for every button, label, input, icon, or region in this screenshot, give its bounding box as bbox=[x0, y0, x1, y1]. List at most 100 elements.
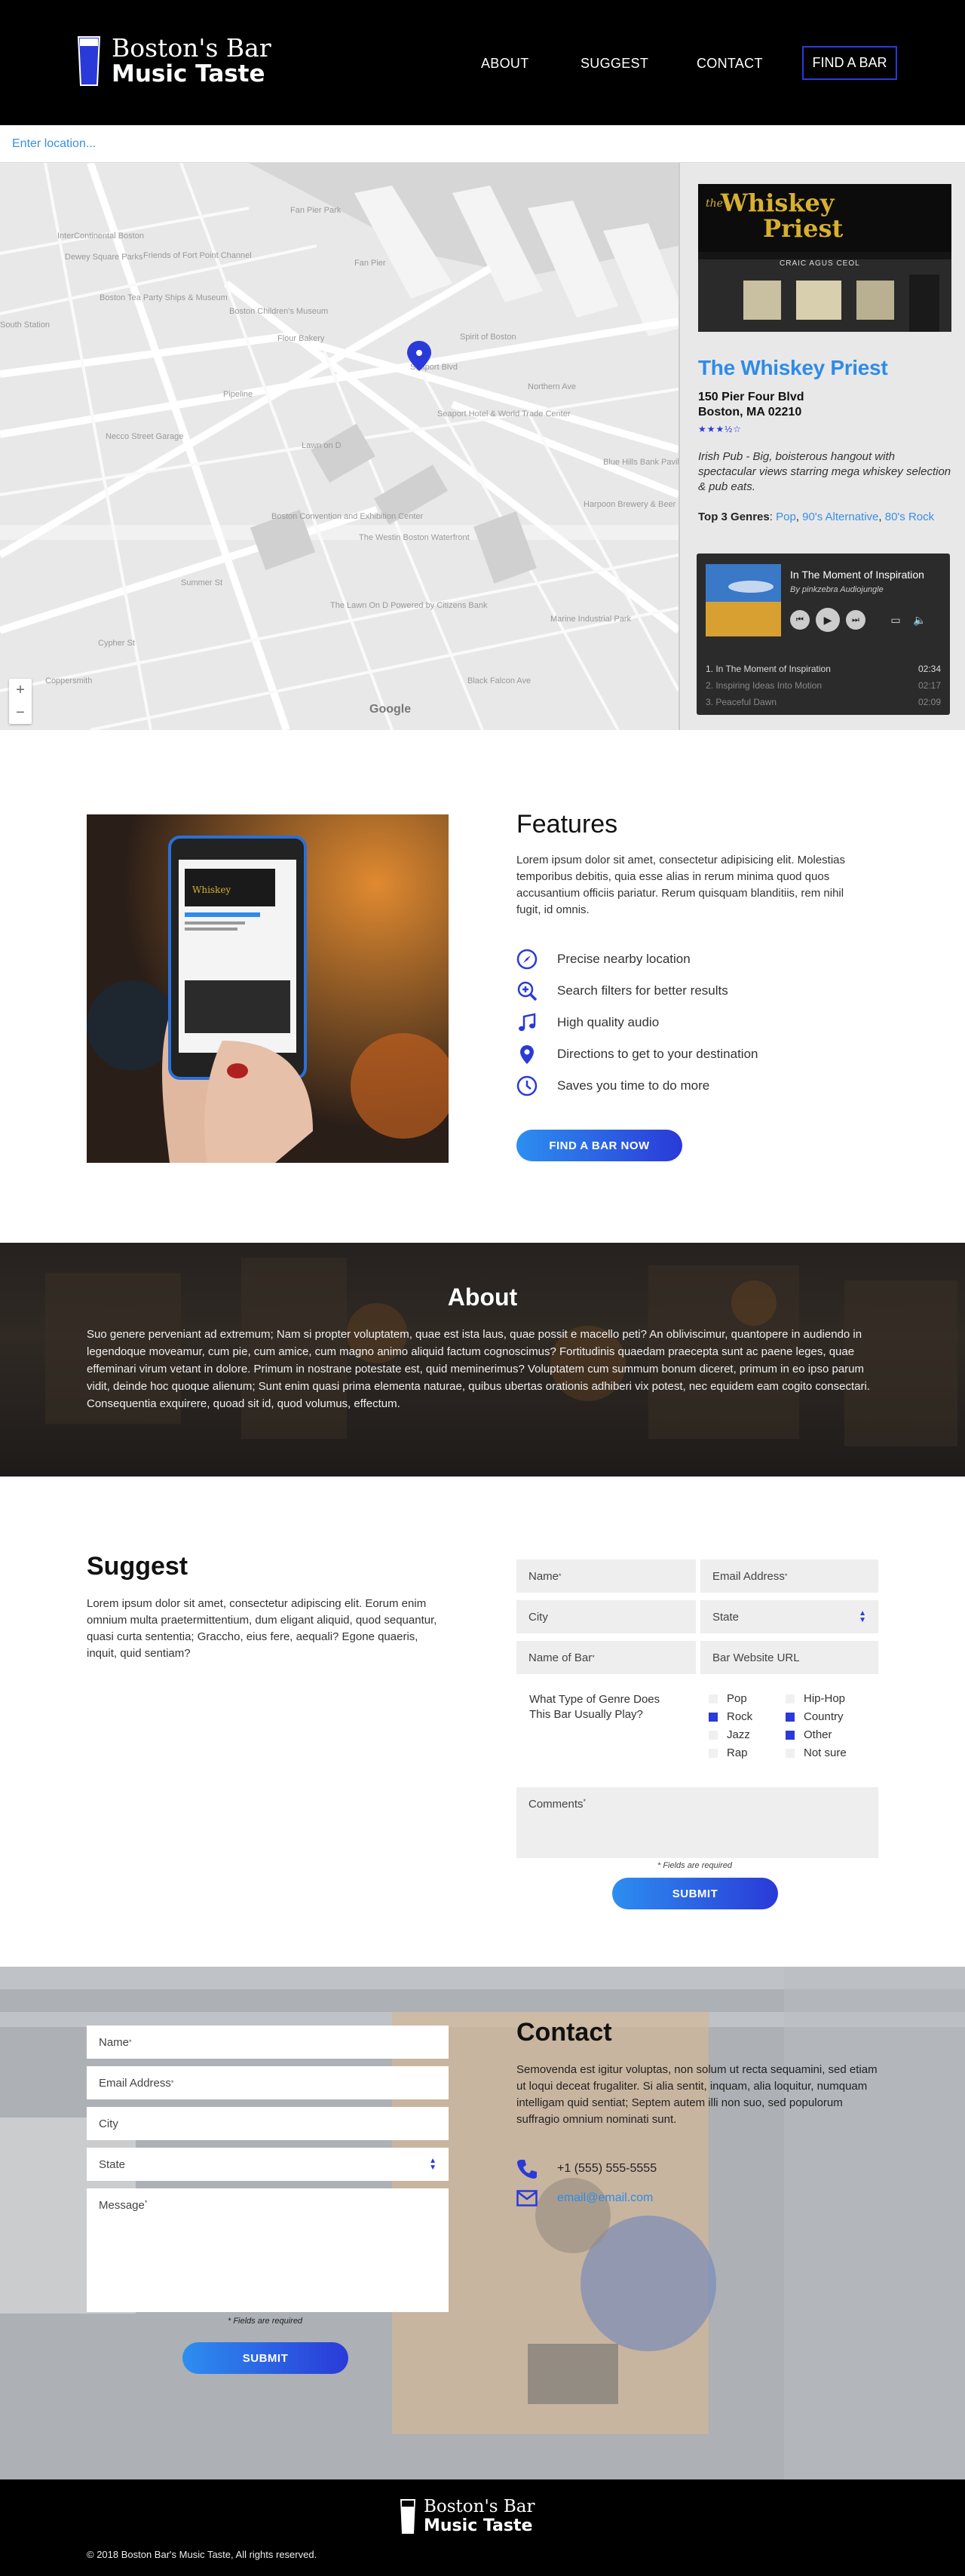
location-input[interactable] bbox=[12, 133, 540, 155]
zoom-in-button[interactable]: + bbox=[9, 679, 32, 701]
nav-about[interactable]: ABOUT bbox=[481, 56, 529, 72]
genre-link[interactable]: 80's Rock bbox=[885, 511, 934, 523]
nav-suggest[interactable]: SUGGEST bbox=[581, 56, 648, 72]
suggest-name-field[interactable]: Name * bbox=[516, 1559, 696, 1593]
feature-item: Directions to get to your destination bbox=[516, 1044, 758, 1065]
site-footer: Boston's Bar Music Taste © 2018 Boston B… bbox=[0, 2479, 965, 2576]
features-description: Lorem ipsum dolor sit amet, consectetur … bbox=[516, 854, 846, 916]
nav-find-a-bar-button[interactable]: FIND A BAR bbox=[802, 46, 897, 80]
contact-state-select[interactable]: State ▲ ▼ bbox=[87, 2148, 449, 2181]
feature-label: Saves you time to do more bbox=[557, 1078, 710, 1093]
map-label: Coppersmith bbox=[45, 676, 92, 685]
map-label: Boston Convention and Exhibition Center bbox=[271, 512, 424, 521]
track-list: 1. In The Moment of Inspiration 02:34 2. … bbox=[697, 661, 950, 710]
bar-address-line1: 150 Pier Four Blvd bbox=[698, 391, 804, 403]
map-label: Dewey Square Parks bbox=[65, 253, 143, 262]
map-label: Fan Pier Park bbox=[290, 206, 342, 215]
contact-text: Semovenda est igitur voluptas, non solum… bbox=[516, 2063, 878, 2126]
about-text: Suo genere perveniant ad extremum; Nam s… bbox=[87, 1328, 870, 1410]
next-icon[interactable]: ⏭ bbox=[846, 610, 865, 630]
suggest-bar-name-field[interactable]: Name of Bar * bbox=[516, 1641, 696, 1674]
contact-city-field[interactable]: City bbox=[87, 2107, 449, 2140]
map-label: Blue Hills Bank Pavilion bbox=[603, 458, 679, 467]
feature-item: High quality audio bbox=[516, 1012, 659, 1033]
playlist-icon[interactable]: ▭ bbox=[887, 611, 905, 629]
footer-logo[interactable]: Boston's Bar Music Taste bbox=[400, 2498, 535, 2535]
zoom-out-button[interactable]: − bbox=[9, 701, 32, 724]
site-logo[interactable]: Boston's Bar Music Taste bbox=[77, 35, 271, 87]
feature-label: Precise nearby location bbox=[557, 952, 691, 966]
contact-message-field[interactable]: Message * bbox=[87, 2188, 449, 2312]
map-label: InterContinental Boston bbox=[57, 232, 144, 241]
volume-icon[interactable]: 🔈 bbox=[911, 611, 929, 629]
sign-tagline: CRAIC AGUS CEOL bbox=[780, 259, 860, 268]
genre-checkbox[interactable]: Other bbox=[786, 1728, 832, 1741]
play-icon[interactable]: ▶ bbox=[816, 608, 840, 632]
nav-contact[interactable]: CONTACT bbox=[697, 56, 763, 72]
genre-checkbox[interactable]: Rock bbox=[709, 1710, 752, 1723]
feature-label: High quality audio bbox=[557, 1015, 660, 1029]
map-label: Spirit of Boston bbox=[460, 333, 516, 342]
map-label: Harpoon Brewery & Beer Hall bbox=[584, 500, 679, 509]
svg-text:Whiskey: Whiskey bbox=[192, 885, 231, 895]
map-label: Northern Ave bbox=[528, 382, 576, 391]
map-label: Necco Street Garage bbox=[106, 432, 183, 441]
genre-checkbox[interactable]: Jazz bbox=[709, 1728, 750, 1741]
map-view[interactable]: Fan Pier Park InterContinental Boston De… bbox=[0, 163, 679, 730]
footer-logo-line1: Boston's Bar bbox=[424, 2497, 535, 2516]
contact-name-field[interactable]: Name * bbox=[87, 2026, 449, 2059]
feature-item: Saves you time to do more bbox=[516, 1075, 709, 1096]
logo-line1: Boston's Bar bbox=[112, 33, 271, 63]
genre-checkbox[interactable]: Country bbox=[786, 1710, 844, 1723]
previous-icon[interactable]: ⏮ bbox=[790, 610, 810, 630]
track-row[interactable]: 1. In The Moment of Inspiration 02:34 bbox=[697, 661, 950, 677]
genre-link[interactable]: Pop bbox=[776, 511, 796, 523]
genre-checkbox[interactable]: Not sure bbox=[786, 1746, 847, 1759]
track-row[interactable]: 3. Peaceful Dawn 02:09 bbox=[697, 694, 950, 710]
bar-name[interactable]: The Whiskey Priest bbox=[698, 356, 888, 380]
album-art bbox=[706, 564, 781, 636]
suggest-required-note: * Fields are required bbox=[657, 1861, 733, 1870]
map-label: Seaport Hotel & World Trade Center bbox=[437, 409, 571, 419]
map-label: Boston Tea Party Ships & Museum bbox=[100, 293, 228, 302]
suggest-submit-button[interactable]: SUBMIT bbox=[612, 1878, 778, 1909]
suggest-text: Lorem ipsum dolor sit amet, consectetur … bbox=[87, 1597, 437, 1660]
contact-submit-button[interactable]: SUBMIT bbox=[182, 2342, 348, 2374]
genre-link[interactable]: 90's Alternative bbox=[802, 511, 878, 523]
beer-glass-icon bbox=[400, 2499, 415, 2534]
about-title: About bbox=[447, 1283, 518, 1311]
audio-player: In The Moment of Inspiration By pinkzebr… bbox=[697, 554, 950, 715]
select-arrows-icon: ▲ ▼ bbox=[429, 2157, 437, 2172]
site-header: Boston's Bar Music Taste ABOUT SUGGEST C… bbox=[0, 0, 965, 125]
features-title: Features bbox=[516, 810, 618, 839]
clock-icon bbox=[516, 1075, 538, 1096]
track-row[interactable]: 2. Inspiring Ideas Into Motion 02:17 bbox=[697, 677, 950, 694]
contact-email-field[interactable]: Email Address * bbox=[87, 2066, 449, 2099]
genre-checkbox[interactable]: Pop bbox=[709, 1692, 747, 1705]
envelope-icon bbox=[516, 2190, 538, 2206]
beer-glass-icon bbox=[77, 36, 101, 86]
contact-title: Contact bbox=[516, 2018, 612, 2047]
suggest-state-select[interactable]: State ▲ ▼ bbox=[700, 1600, 878, 1633]
contact-phone[interactable]: +1 (555) 555-5555 bbox=[516, 2158, 657, 2179]
bar-rating-stars: ★★★½☆ bbox=[698, 424, 743, 434]
feature-label: Directions to get to your destination bbox=[557, 1047, 758, 1061]
suggest-email-field[interactable]: Email Address * bbox=[700, 1559, 878, 1593]
sign-whiskey: Whiskey bbox=[721, 189, 835, 217]
zoom-in-icon bbox=[517, 981, 538, 1001]
genre-checkbox[interactable]: Hip-Hop bbox=[786, 1692, 845, 1705]
map-pin-icon bbox=[520, 1045, 534, 1064]
map-label: Summer St bbox=[181, 578, 222, 587]
suggest-city-field[interactable]: City bbox=[516, 1600, 696, 1633]
map-label: The Lawn On D Powered by Citizens Bank bbox=[330, 601, 488, 610]
suggest-bar-url-field[interactable]: Bar Website URL bbox=[700, 1641, 878, 1674]
feature-label: Search filters for better results bbox=[557, 983, 728, 998]
genre-question: What Type of Genre Does This Bar Usually… bbox=[529, 1693, 660, 1721]
find-a-bar-now-button[interactable]: FIND A BAR NOW bbox=[516, 1130, 682, 1161]
map-label: Flour Bakery bbox=[277, 334, 325, 343]
map-zoom-control: + − bbox=[9, 679, 32, 724]
suggest-comments-field[interactable]: Comments * bbox=[516, 1787, 878, 1858]
genre-checkbox[interactable]: Rap bbox=[709, 1746, 748, 1759]
logo-line2: Music Taste bbox=[112, 60, 265, 87]
contact-email-link[interactable]: email@email.com bbox=[516, 2190, 653, 2206]
